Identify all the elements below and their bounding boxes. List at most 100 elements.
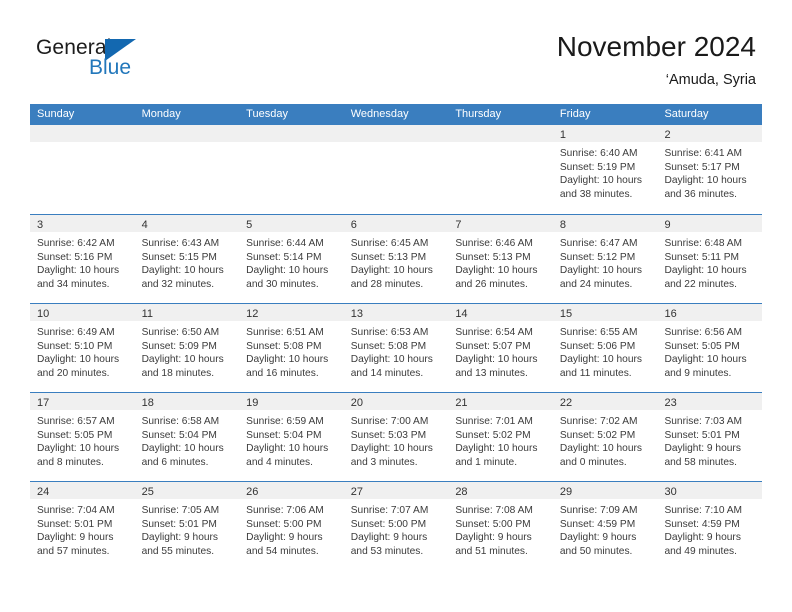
day-details: Sunrise: 6:57 AM Sunset: 5:05 PM Daylight:… (30, 410, 135, 469)
calendar-day-cell[interactable]: 20 Sunrise: 7:00 AM Sunset: 5:03 PM Dayligh… (343, 393, 449, 481)
calendar-day-cell[interactable]: 27 Sunrise: 7:07 AM Sunset: 5:00 PM Dayligh… (343, 482, 449, 570)
day-detail-line: Sunrise: 6:42 AM (37, 238, 115, 249)
day-number: 1 (559, 129, 567, 141)
calendar-day-cell[interactable]: 1 Sunrise: 6:40 AM Sunset: 5:19 PM Daylight… (552, 125, 658, 214)
day-detail-line: Sunrise: 6:56 AM (664, 327, 743, 338)
day-detail-line: Sunset: 5:00 PM (455, 518, 531, 530)
day-number-band: 20 (343, 393, 449, 410)
calendar-day-cell[interactable]: 10 Sunrise: 6:49 AM Sunset: 5:10 PM Dayligh… (30, 304, 135, 392)
calendar-day-cell[interactable]: 15 Sunrise: 6:55 AM Sunset: 5:06 PM Dayligh… (552, 304, 658, 392)
calendar-day-cell-empty (134, 125, 240, 214)
day-number: 17 (37, 397, 50, 409)
weekday-header-friday: Friday (559, 108, 591, 120)
calendar-day-cell[interactable]: 21 Sunrise: 7:01 AM Sunset: 5:02 PM Dayligh… (448, 393, 553, 481)
calendar-day-cell[interactable]: 16 Sunrise: 6:56 AM Sunset: 5:05 PM Dayligh… (657, 304, 763, 392)
calendar-day-cell[interactable]: 7 Sunrise: 6:46 AM Sunset: 5:13 PM Daylight… (448, 215, 553, 303)
day-detail-line: Sunrise: 6:41 AM (664, 148, 743, 159)
day-number: 29 (559, 486, 573, 498)
day-detail-line: Sunrise: 7:07 AM (350, 505, 429, 516)
title-block: November 2024 ‘Amuda, Syria (557, 30, 756, 90)
calendar-day-cell[interactable]: 11 Sunrise: 6:50 AM Sunset: 5:09 PM Dayligh… (134, 304, 240, 392)
day-detail-line: and 3 minutes. (350, 456, 418, 468)
day-detail-line: Daylight: 10 hours (664, 354, 747, 365)
day-number: 4 (141, 219, 148, 231)
day-number-band: 1 (552, 125, 658, 142)
day-number: 7 (455, 219, 462, 231)
day-details: Sunrise: 6:55 AM Sunset: 5:06 PM Daylight:… (553, 321, 658, 380)
day-number: 27 (350, 486, 363, 498)
calendar-day-cell[interactable]: 9 Sunrise: 6:48 AM Sunset: 5:11 PM Daylight… (657, 215, 763, 303)
calendar-day-cell[interactable]: 12 Sunrise: 6:51 AM Sunset: 5:08 PM Dayligh… (239, 304, 344, 392)
calendar-grid: Sunday Monday Tuesday Wednesday Thursday Frid… (30, 104, 763, 570)
day-detail-line: Daylight: 10 hours (664, 175, 747, 186)
day-detail-line: Sunrise: 7:04 AM (37, 505, 115, 516)
calendar-day-cell[interactable]: 30 Sunrise: 7:10 AM Sunset: 4:59 PM Dayligh… (657, 482, 763, 570)
day-detail-line: Sunrise: 6:55 AM (559, 327, 638, 338)
day-detail-line: Sunset: 5:02 PM (455, 429, 531, 441)
day-detail-line: Daylight: 10 hours (350, 443, 433, 454)
day-detail-line: Sunset: 5:00 PM (350, 518, 427, 530)
day-detail-line: Daylight: 10 hours (37, 265, 120, 276)
day-detail-line: Sunrise: 6:50 AM (141, 327, 220, 338)
calendar-day-cell[interactable]: 28 Sunrise: 7:08 AM Sunset: 5:00 PM Dayligh… (448, 482, 553, 570)
day-detail-line: Sunset: 5:10 PM (37, 340, 113, 352)
calendar-day-cell[interactable]: 14 Sunrise: 6:54 AM Sunset: 5:07 PM Dayligh… (448, 304, 553, 392)
day-detail-line: Sunrise: 6:58 AM (141, 416, 220, 427)
day-detail-line: and 16 minutes. (246, 367, 319, 379)
calendar-day-cell[interactable]: 24 Sunrise: 7:04 AM Sunset: 5:01 PM Dayligh… (30, 482, 135, 570)
day-number-band (239, 125, 344, 142)
day-details: Sunrise: 7:04 AM Sunset: 5:01 PM Daylight:… (30, 499, 135, 558)
day-detail-line: Sunset: 5:06 PM (559, 340, 636, 352)
day-detail-line: Sunrise: 6:53 AM (350, 327, 429, 338)
weekday-header-wednesday: Wednesday (350, 108, 409, 120)
day-detail-line: and 6 minutes. (141, 456, 209, 468)
day-details: Sunrise: 7:07 AM Sunset: 5:00 PM Daylight:… (344, 499, 449, 558)
day-details: Sunrise: 6:45 AM Sunset: 5:13 PM Daylight:… (344, 232, 449, 291)
day-number-band: 27 (343, 482, 449, 499)
day-details: Sunrise: 6:53 AM Sunset: 5:08 PM Daylight:… (344, 321, 449, 380)
day-details: Sunrise: 6:47 AM Sunset: 5:12 PM Daylight:… (553, 232, 658, 291)
day-detail-line: Sunset: 4:59 PM (559, 518, 636, 530)
calendar-day-cell[interactable]: 5 Sunrise: 6:44 AM Sunset: 5:14 PM Daylight… (239, 215, 344, 303)
day-detail-line: Sunrise: 6:47 AM (559, 238, 638, 249)
day-detail-line: Sunrise: 7:08 AM (455, 505, 533, 516)
day-detail-line: Daylight: 10 hours (559, 354, 643, 365)
day-detail-line: Sunset: 5:01 PM (664, 429, 740, 441)
calendar-day-cell[interactable]: 8 Sunrise: 6:47 AM Sunset: 5:12 PM Daylight… (552, 215, 658, 303)
day-number-band (448, 125, 553, 142)
day-number-band: 10 (30, 304, 135, 321)
day-detail-line: Sunrise: 7:06 AM (246, 505, 324, 516)
calendar-day-cell[interactable]: 13 Sunrise: 6:53 AM Sunset: 5:08 PM Dayligh… (343, 304, 449, 392)
brand-logo[interactable]: General Blue (36, 36, 166, 84)
day-detail-line: Sunset: 5:01 PM (141, 518, 217, 530)
calendar-day-cell[interactable]: 2 Sunrise: 6:41 AM Sunset: 5:17 PM Daylight… (657, 125, 763, 214)
day-number-band: 25 (134, 482, 240, 499)
day-detail-line: and 28 minutes. (350, 278, 424, 290)
calendar-day-cell[interactable]: 22 Sunrise: 7:02 AM Sunset: 5:02 PM Dayligh… (552, 393, 658, 481)
calendar-day-cell[interactable]: 29 Sunrise: 7:09 AM Sunset: 4:59 PM Dayligh… (552, 482, 658, 570)
calendar-day-cell[interactable]: 6 Sunrise: 6:45 AM Sunset: 5:13 PM Daylight… (343, 215, 449, 303)
day-details: Sunrise: 6:56 AM Sunset: 5:05 PM Daylight:… (657, 321, 762, 380)
day-detail-line: Daylight: 10 hours (246, 265, 329, 276)
calendar-day-cell[interactable]: 4 Sunrise: 6:43 AM Sunset: 5:15 PM Daylight… (134, 215, 240, 303)
day-detail-line: and 20 minutes. (37, 367, 110, 379)
day-detail-line: and 49 minutes. (664, 545, 737, 557)
calendar-day-cell[interactable]: 26 Sunrise: 7:06 AM Sunset: 5:00 PM Dayligh… (239, 482, 344, 570)
day-detail-line: and 1 minute. (455, 456, 518, 468)
day-detail-line: and 26 minutes. (455, 278, 528, 290)
calendar-day-cell[interactable]: 19 Sunrise: 6:59 AM Sunset: 5:04 PM Dayligh… (239, 393, 344, 481)
day-details (448, 142, 553, 147)
calendar-day-cell[interactable]: 3 Sunrise: 6:42 AM Sunset: 5:16 PM Daylight… (30, 215, 135, 303)
calendar-day-cell-empty (448, 125, 553, 214)
day-detail-line: Sunrise: 6:51 AM (246, 327, 324, 338)
weekday-header-row: Sunday Monday Tuesday Wednesday Thursday Frid… (30, 104, 762, 125)
calendar-day-cell[interactable]: 17 Sunrise: 6:57 AM Sunset: 5:05 PM Dayligh… (30, 393, 135, 481)
day-details: Sunrise: 6:42 AM Sunset: 5:16 PM Daylight:… (30, 232, 135, 291)
calendar-week-row: 17 Sunrise: 6:57 AM Sunset: 5:05 PM Dayligh… (30, 392, 763, 481)
calendar-day-cell[interactable]: 23 Sunrise: 7:03 AM Sunset: 5:01 PM Dayligh… (657, 393, 763, 481)
calendar-day-cell[interactable]: 18 Sunrise: 6:58 AM Sunset: 5:04 PM Dayligh… (134, 393, 240, 481)
calendar-day-cell[interactable]: 25 Sunrise: 7:05 AM Sunset: 5:01 PM Dayligh… (134, 482, 240, 570)
day-detail-line: and 18 minutes. (141, 367, 215, 379)
day-detail-line: Sunset: 5:05 PM (664, 340, 740, 352)
day-number: 12 (246, 308, 259, 320)
